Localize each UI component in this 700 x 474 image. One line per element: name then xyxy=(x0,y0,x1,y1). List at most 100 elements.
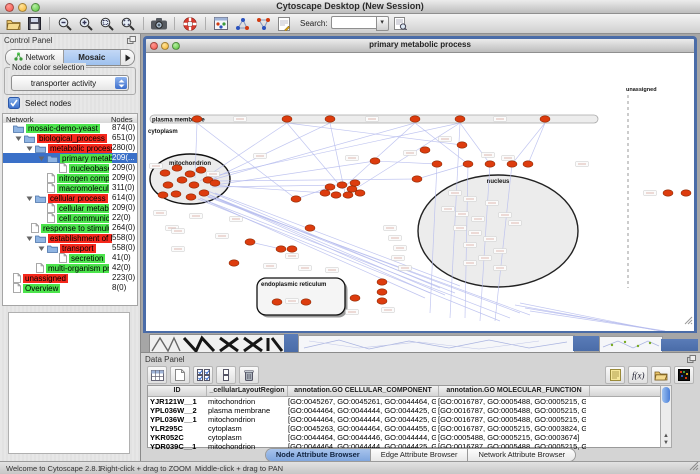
background-window[interactable] xyxy=(599,336,663,352)
table-cell[interactable]: [GO:0045267, GO:0045261, GO:0044464, G..… xyxy=(286,397,436,406)
network-node[interactable] xyxy=(325,184,335,190)
network-edge[interactable] xyxy=(417,164,468,179)
select-attributes-icon[interactable] xyxy=(193,366,213,384)
tree-row[interactable]: unassigned223(0) xyxy=(3,273,137,283)
table-cell[interactable]: mitochondrion xyxy=(206,415,286,424)
network-edge[interactable] xyxy=(515,305,655,330)
table-row[interactable]: YPL036W__2plasma membrane[GO:0044464, GO… xyxy=(148,406,660,415)
column-go-molecular-function[interactable]: annotation.GO MOLECULAR_FUNCTION xyxy=(439,386,590,396)
network-node[interactable] xyxy=(320,190,330,196)
float-panel-icon[interactable] xyxy=(127,36,136,46)
network-node[interactable] xyxy=(325,116,335,122)
table-cell[interactable]: mitochondrion xyxy=(206,397,286,406)
network-node[interactable] xyxy=(287,246,297,252)
tree-row[interactable]: transport558(0) xyxy=(3,243,137,253)
tree-row[interactable]: cellular process614(0) xyxy=(3,193,137,203)
network-node[interactable] xyxy=(158,192,168,198)
zoom-in-icon[interactable] xyxy=(77,16,95,32)
tree-row[interactable]: mosaic-demo-yeast874(0) xyxy=(3,123,137,133)
network-canvas[interactable]: plasma membranecytoplasmmitochondrionnuc… xyxy=(146,53,694,331)
tree-row[interactable]: multi-organism pro42(0) xyxy=(3,263,137,273)
table-cell[interactable]: [GO:0044464, GO:0044446, GO:0044444, G..… xyxy=(286,433,436,442)
network-node[interactable] xyxy=(276,246,286,252)
tree-row[interactable]: macromolecule311(0) xyxy=(3,183,137,193)
expand-arrow-icon[interactable] xyxy=(13,135,24,142)
tab-overflow-arrow-icon[interactable] xyxy=(121,50,134,65)
network-node[interactable] xyxy=(681,190,691,196)
table-cell[interactable] xyxy=(586,415,660,424)
table-row[interactable]: YPL036W__1mitochondrion[GO:0044464, GO:0… xyxy=(148,415,660,424)
network-node[interactable] xyxy=(420,147,430,153)
tree-row[interactable]: metabolic process280(0) xyxy=(3,143,137,153)
network-tree[interactable]: mosaic-demo-yeast874(0)biological_proces… xyxy=(2,123,138,306)
table-cell[interactable]: [GO:0005488, GO:0005215, GO:0003674] xyxy=(436,433,586,442)
table-cell[interactable] xyxy=(586,424,660,433)
float-panel-icon[interactable] xyxy=(687,355,696,365)
layout-apply-icon[interactable] xyxy=(254,16,272,32)
network-node[interactable] xyxy=(455,116,465,122)
attribute-table[interactable]: ID _cellularLayoutRegion annotation.GO C… xyxy=(147,385,661,448)
network-edge[interactable] xyxy=(287,123,342,188)
network-node[interactable] xyxy=(189,182,199,188)
table-cell[interactable]: YPL036W__2 xyxy=(148,406,206,415)
background-window-border[interactable] xyxy=(573,336,599,351)
network-node[interactable] xyxy=(485,161,495,167)
network-view-window[interactable]: primary metabolic process plasma membran… xyxy=(143,36,697,333)
matrix-view-icon[interactable] xyxy=(674,366,694,384)
scrollbar-thumb[interactable] xyxy=(662,387,670,403)
tree-row[interactable]: cellular metabo209(0) xyxy=(3,203,137,213)
column-cellular-layout-region[interactable]: _cellularLayoutRegion xyxy=(207,386,288,396)
network-node[interactable] xyxy=(350,180,360,186)
network-node[interactable] xyxy=(301,299,311,305)
network-node[interactable] xyxy=(185,171,195,177)
snapshot-camera-icon[interactable] xyxy=(150,16,168,32)
network-node[interactable] xyxy=(331,192,341,198)
network-node[interactable] xyxy=(412,176,422,182)
network-node[interactable] xyxy=(199,190,209,196)
unselect-attributes-icon[interactable] xyxy=(216,366,236,384)
network-edge[interactable] xyxy=(512,123,545,164)
network-node[interactable] xyxy=(196,167,206,173)
network-node[interactable] xyxy=(337,182,347,188)
layout-settings-icon[interactable] xyxy=(233,16,251,32)
app-resize-grip-icon[interactable] xyxy=(689,461,699,473)
tree-row[interactable]: Overview8(0) xyxy=(3,283,137,293)
column-id[interactable]: ID xyxy=(148,386,207,396)
network-node[interactable] xyxy=(355,190,365,196)
expand-arrow-icon[interactable] xyxy=(36,155,47,162)
network-node[interactable] xyxy=(663,190,673,196)
table-cell[interactable]: [GO:0016787, GO:0005215, GO:0003824, G..… xyxy=(436,424,586,433)
network-node[interactable] xyxy=(192,116,202,122)
tree-row[interactable]: secretion41(0) xyxy=(3,253,137,263)
network-node[interactable] xyxy=(305,225,315,231)
network-node[interactable] xyxy=(245,239,255,245)
network-node[interactable] xyxy=(160,170,170,176)
tree-row[interactable]: establishment of lo558(0) xyxy=(3,233,137,243)
search-input[interactable]: ▾ xyxy=(331,16,389,31)
function-builder-icon[interactable]: f(x) xyxy=(628,366,648,384)
background-window-border[interactable] xyxy=(284,334,298,352)
search-dropdown-arrow-icon[interactable]: ▾ xyxy=(376,16,389,31)
table-cell[interactable]: [GO:0016787, GO:0005488, GO:0005215, G..… xyxy=(436,397,586,406)
window-resize-grip-icon[interactable] xyxy=(684,312,693,330)
network-node[interactable] xyxy=(377,289,387,295)
network-node[interactable] xyxy=(410,116,420,122)
tree-row[interactable]: nucleobase-209(0) xyxy=(3,163,137,173)
table-cell[interactable]: [GO:0044464, GO:0044444, GO:0044425, G..… xyxy=(286,406,436,415)
tree-row[interactable]: nitrogen compo209(0) xyxy=(3,173,137,183)
help-lifering-icon[interactable] xyxy=(181,16,199,32)
table-cell[interactable]: YJR121W__1 xyxy=(148,397,206,406)
network-node[interactable] xyxy=(163,182,173,188)
background-window-border[interactable] xyxy=(661,339,698,351)
network-node[interactable] xyxy=(370,158,380,164)
network-node[interactable] xyxy=(523,161,533,167)
table-row[interactable]: YLR295Ccytoplasm[GO:0045263, GO:0044464,… xyxy=(148,424,660,433)
table-cell[interactable]: YKR052C xyxy=(148,433,206,442)
table-cell[interactable]: [GO:0045263, GO:0044464, GO:0044455, G..… xyxy=(286,424,436,433)
tree-row[interactable]: biological_process651(0) xyxy=(3,133,137,143)
background-window[interactable] xyxy=(298,335,575,352)
network-node[interactable] xyxy=(540,116,550,122)
table-cell[interactable]: [GO:0016787, GO:0005488, GO:0005215, G..… xyxy=(436,415,586,424)
table-cell[interactable]: cytoplasm xyxy=(206,433,286,442)
expand-arrow-icon[interactable] xyxy=(24,145,35,152)
